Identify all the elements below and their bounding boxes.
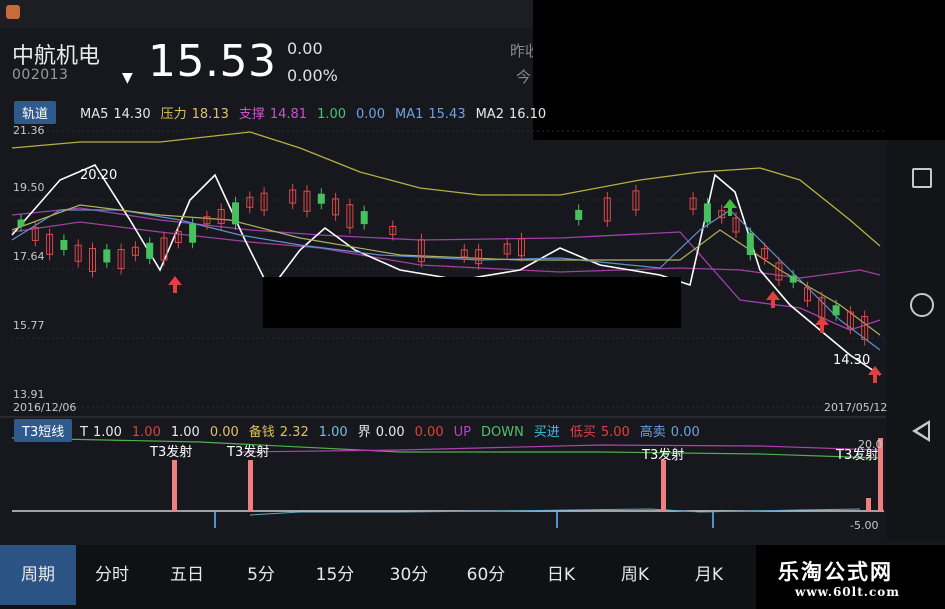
tab-60min[interactable]: 60分 (446, 545, 526, 605)
signal-arrow-stem (173, 285, 177, 293)
legend-label: 高卖 (640, 425, 666, 440)
candle-body (147, 243, 153, 258)
high-annotation: 20.20 (80, 168, 117, 183)
legend-value: 1.00 (171, 425, 200, 440)
back-icon-inner (917, 424, 928, 438)
redacted-area (533, 0, 945, 140)
signal-arrow-icon (723, 199, 737, 208)
watermark-url: www.60lt.com (795, 585, 900, 599)
tab-five-day[interactable]: 五日 (150, 545, 224, 605)
candle-body (318, 194, 324, 203)
signal-arrow-stem (873, 375, 877, 383)
low-annotation: 14.30 (833, 353, 870, 368)
legend-value: 5.00 (601, 425, 630, 440)
kline-chart[interactable] (0, 120, 886, 545)
tab-5min[interactable]: 5分 (224, 545, 298, 605)
signal-label: T3发射 (150, 441, 192, 460)
today-label: 今 (516, 66, 531, 87)
signal-arrow-stem (820, 325, 824, 333)
legend-value: 0.00 (671, 425, 700, 440)
candle-body (61, 240, 67, 249)
legend-label: DOWN (481, 425, 524, 440)
tab-intraday[interactable]: 分时 (76, 545, 148, 605)
legend-value: 2.32 (280, 425, 309, 440)
signal-arrow-icon (766, 291, 780, 300)
candle-body (833, 306, 839, 315)
signal-arrow-stem (728, 208, 732, 216)
tab-monthly[interactable]: 月K (672, 545, 746, 605)
candle-body (361, 212, 367, 224)
candle-body (576, 210, 582, 219)
signal-bar (248, 460, 253, 511)
indicator-button[interactable]: T3短线 (14, 419, 72, 442)
candle-body (190, 224, 196, 242)
price-change: 0.00 (287, 39, 323, 58)
signal-bar (661, 460, 666, 511)
indicator-lines (12, 438, 880, 515)
candle-body (18, 220, 24, 226)
candle-body (790, 276, 796, 282)
y-tick: 13.91 (13, 388, 45, 401)
signal-bar (172, 460, 177, 511)
legend-label: 界 (358, 425, 371, 440)
legend-label: UP (454, 425, 471, 440)
system-navigation-bar (886, 140, 945, 540)
redacted-area (263, 277, 681, 328)
signal-bar (866, 498, 871, 511)
y-tick: 15.77 (13, 319, 45, 332)
tab-15min[interactable]: 15分 (298, 545, 372, 605)
app-icon (6, 5, 20, 19)
indicator-y-top: 20.0 (858, 438, 883, 451)
candle-body (704, 204, 710, 222)
indicator-y-bottom: -5.00 (850, 519, 878, 532)
signal-label: T3发射 (227, 441, 269, 460)
current-price: 15.53 (148, 36, 276, 87)
legend-value: 1.00 (93, 425, 122, 440)
buy-line (250, 509, 860, 515)
tab-period[interactable]: 周期 (0, 545, 76, 605)
legend-value: 1.00 (319, 425, 348, 440)
y-tick: 21.36 (13, 124, 45, 137)
candle-body (747, 233, 753, 254)
recent-apps-icon[interactable] (912, 168, 932, 188)
legend-value: 0.00 (415, 425, 444, 440)
price-down-arrow-icon: ▼ (122, 70, 133, 86)
stock-name: 中航机电 (12, 38, 100, 70)
legend-label: T (80, 425, 88, 440)
tab-daily[interactable]: 日K (526, 545, 596, 605)
price-change-percent: 0.00% (287, 66, 338, 85)
candle-body (233, 203, 239, 224)
watermark-title: 乐淘公式网 (778, 556, 893, 586)
ma5-line (12, 165, 880, 375)
legend-label: 低买 (570, 425, 596, 440)
legend-value: 0.00 (376, 425, 405, 440)
date-end: 2017/05/12 (824, 401, 887, 414)
candle-body (104, 250, 110, 262)
home-icon[interactable] (910, 293, 934, 317)
legend-value: 0.00 (210, 425, 239, 440)
down-line (12, 438, 880, 458)
indicator-legend: T 1.00 1.00 1.00 0.00 备钱 2.32 1.00 界 0.00 0.00 UP DO… (80, 421, 710, 440)
legend-label: 备钱 (249, 425, 275, 440)
y-tick: 19.50 (13, 181, 45, 194)
signal-label: T3发射 (642, 444, 684, 463)
legend-value: 1.00 (132, 425, 161, 440)
stock-code: 002013 (12, 67, 68, 83)
tab-30min[interactable]: 30分 (372, 545, 446, 605)
signal-arrow-icon (168, 276, 182, 285)
signal-arrow-stem (771, 300, 775, 308)
date-start: 2016/12/06 (13, 401, 76, 414)
legend-label: 买进 (534, 425, 560, 440)
tab-weekly[interactable]: 周K (598, 545, 672, 605)
y-tick: 17.64 (13, 250, 45, 263)
